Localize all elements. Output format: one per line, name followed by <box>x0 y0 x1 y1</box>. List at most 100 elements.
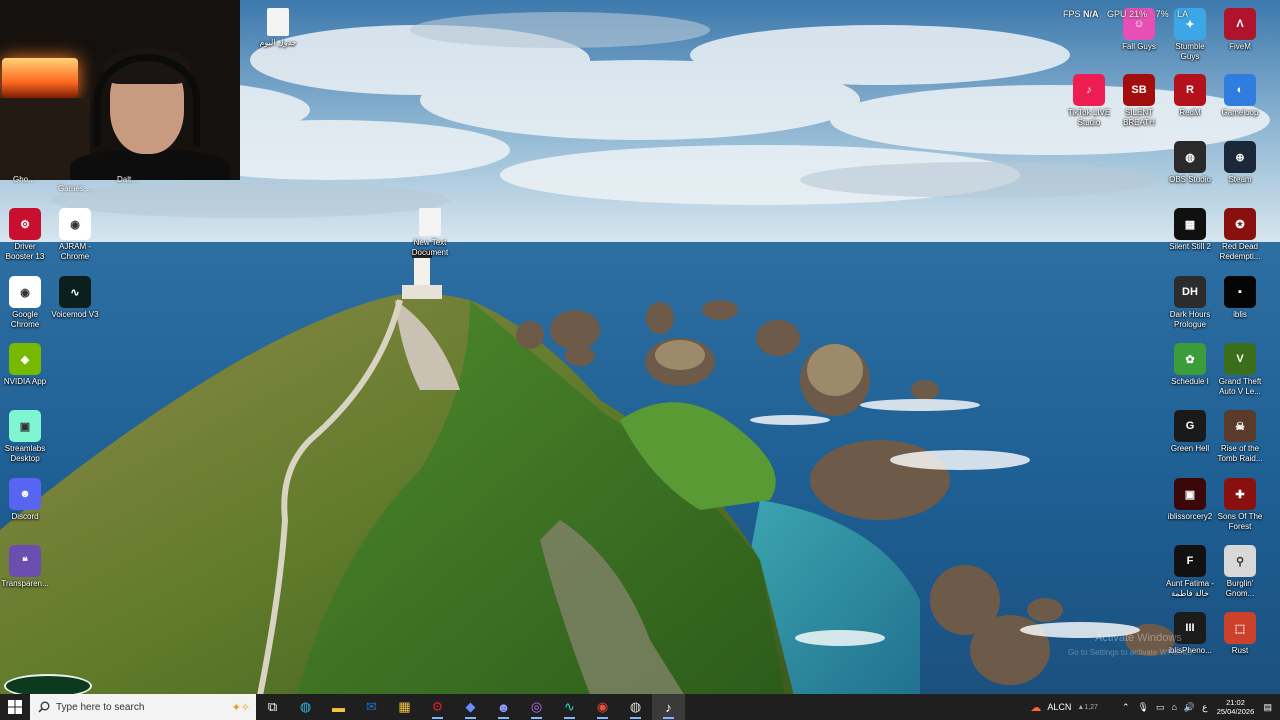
taskbar-streamlabs-button[interactable]: ◆ <box>454 694 487 720</box>
battery-icon[interactable]: ▭ <box>1156 702 1165 713</box>
icon-label: Dark Hours Prologue <box>1169 310 1211 329</box>
taskbar-task-view-button[interactable]: ⧉ <box>256 694 289 720</box>
iblis-sorcery-icon: ▣ <box>1174 478 1206 510</box>
weather-location[interactable]: ALCN <box>1047 702 1071 712</box>
taskbar-search-box[interactable]: Type here to search ✦✧ <box>30 694 256 720</box>
desktop-icon-rust[interactable]: ⬚ Rust <box>1215 612 1265 656</box>
desktop-icon-chrome[interactable]: ◉ AJRAM - Chrome <box>50 208 100 261</box>
desktop-icon-tiktok[interactable]: ♪ TikTok LIVE Studio <box>1064 74 1114 127</box>
icon-label: Rust <box>1231 646 1249 655</box>
desktop-icon-dark-hours[interactable]: DH Dark Hours Prologue <box>1165 276 1215 329</box>
taskbar-driver-booster-button[interactable]: ⚙ <box>421 694 454 720</box>
icon-label: Silent Still 2 <box>1169 242 1211 251</box>
desktop-icon-driver-booster[interactable]: ⚙ Driver Booster 13 <box>0 208 50 261</box>
icon-label: Voicemod V3 <box>51 310 99 319</box>
icon-label: Green Hell <box>1170 444 1210 453</box>
desktop-icon-redm[interactable]: R RedM <box>1165 74 1215 118</box>
show-hidden-icons-chevron-icon[interactable]: ⌃ <box>1122 702 1130 713</box>
desktop-icon-aunt-fatima[interactable]: F Aunt Fatima - خالة فاطمة <box>1165 545 1215 598</box>
icon-label: New Text Document <box>411 238 449 257</box>
desktop-icon-red-dead[interactable]: ✪ Red Dead Redempti... <box>1215 208 1265 261</box>
text-file-icon <box>267 8 289 36</box>
icon-label: Transparen... <box>1 579 49 588</box>
desktop-icon-gameloop[interactable]: ◐ Gameloop <box>1215 74 1265 118</box>
icon-label: OBS Studio <box>1169 175 1211 184</box>
taskbar-discord-button[interactable]: ☻ <box>487 694 520 720</box>
tiktok-icon: ♪ <box>1073 74 1105 106</box>
desktop-icon-silent-breath[interactable]: SB SILENT BREATH <box>1114 74 1164 127</box>
icon-label: Streamlabs Desktop <box>4 444 46 463</box>
webcam-overlay <box>0 0 240 180</box>
desktop-icon-obs[interactable]: ◍ OBS Studio <box>1165 141 1215 185</box>
microphone-icon[interactable]: 🎙 <box>1138 702 1149 713</box>
taskbar-file-explorer-button[interactable]: ▬ <box>322 694 355 720</box>
outlook-icon: ✉ <box>366 699 377 714</box>
desktop-icon-nvidia[interactable]: ◈ NVIDIA App <box>0 343 50 387</box>
fps-counter: FPS N/A GPU 21% 7% LA <box>1063 9 1188 19</box>
fps-label: FPS <box>1063 9 1081 19</box>
desktop-icon-tomb-raider[interactable]: ☠ Rise of the Tomb Raid... <box>1215 410 1265 463</box>
gta-icon: V <box>1224 343 1256 375</box>
taskbar-obs-button[interactable]: ◍ <box>619 694 652 720</box>
desktop-icon-iblis-sorcery[interactable]: ▣ iblissorcery2 <box>1165 478 1215 522</box>
desktop-icon-iblis[interactable]: ▪ iblis <box>1215 276 1265 320</box>
desktop-icon-daily-schedule[interactable]: جدول اليوم <box>253 8 303 48</box>
desktop-icon-green-hell[interactable]: G Green Hell <box>1165 410 1215 454</box>
desktop-icon-silent-still[interactable]: ▦ Silent Still 2 <box>1165 208 1215 252</box>
taskbar-store-button[interactable]: ▦ <box>388 694 421 720</box>
icon-label: TikTok LIVE Studio <box>1067 108 1111 127</box>
desktop-icon-voicemod[interactable]: ∿ Voicemod V3 <box>50 276 100 320</box>
search-highlight-icon[interactable]: ✦✧ <box>232 701 250 714</box>
driver-booster-icon: ⚙ <box>9 208 41 240</box>
desktop-icon-streamlabs[interactable]: ▣ Streamlabs Desktop <box>0 410 50 463</box>
search-placeholder: Type here to search <box>56 701 145 713</box>
desktop-icon-fivem[interactable]: Λ FiveM <box>1215 8 1265 52</box>
red-dead-icon: ✪ <box>1224 208 1256 240</box>
taskbar: Type here to search ✦✧ ⧉ ◍ ▬ ✉ ▦ ⚙ ◆ ☻ ◎ ∿ ◉ ◍ ♪ ☁ A… <box>0 694 1280 720</box>
icon-label: Fall Guys <box>1122 42 1156 51</box>
lat-value: LA <box>1177 9 1189 19</box>
desktop-icon-gta[interactable]: V Grand Theft Auto V Le... <box>1215 343 1265 396</box>
start-button[interactable] <box>0 694 30 720</box>
taskbar-messenger-button[interactable]: ◎ <box>520 694 553 720</box>
desktop-icon-gnome[interactable]: ⚲ Burglin' Gnom... <box>1215 545 1265 598</box>
iblis-icon: ▪ <box>1224 276 1256 308</box>
keyboard-language-icon[interactable]: ع <box>1202 702 1207 713</box>
taskbar-voicemod-button[interactable]: ∿ <box>553 694 586 720</box>
streamlabs-icon: ▣ <box>9 410 41 442</box>
desktop-icon-sons-forest[interactable]: ✚ Sons Of The Forest <box>1215 478 1265 531</box>
rust-icon: ⬚ <box>1224 612 1256 644</box>
desktop-icon-steam[interactable]: ⊕ Steam <box>1215 141 1265 185</box>
desktop-icon-chrome[interactable]: ◉ Google Chrome <box>0 276 50 329</box>
hidden-icon-label[interactable]: Gho... <box>13 175 35 184</box>
discord-icon: ☻ <box>9 478 41 510</box>
clock[interactable]: 21:02 25/04/2026 <box>1211 698 1259 716</box>
messenger-icon: ◎ <box>530 699 543 714</box>
chrome-icon: ◉ <box>9 276 41 308</box>
file-explorer-icon: ▬ <box>332 699 345 715</box>
desktop-icon-schedule[interactable]: ✿ Schedule I <box>1165 343 1215 387</box>
network-icon[interactable]: ⌂ <box>1171 702 1176 712</box>
notification-icon[interactable]: ▤ <box>1263 702 1272 713</box>
weather-icon[interactable]: ☁ <box>1030 701 1041 714</box>
driver-booster-icon: ⚙ <box>431 699 444 714</box>
clock-date: 25/04/2026 <box>1216 707 1255 716</box>
icon-label: Schedule I <box>1171 377 1209 386</box>
aunt-fatima-icon: F <box>1174 545 1206 577</box>
desktop-icon-new-text-document[interactable]: New Text Document <box>405 208 455 257</box>
text-file-icon <box>419 208 441 236</box>
streamer-shirt <box>70 150 230 180</box>
taskbar-edge-button[interactable]: ◍ <box>289 694 322 720</box>
icon-label: Sons Of The Forest <box>1217 512 1263 531</box>
system-tray: ☁ ALCN ▲1,27 ⌃ 🎙 ▭ ⌂ 🔊 ع 21:02 25/04/202… <box>1030 694 1280 720</box>
voicemod-icon: ∿ <box>59 276 91 308</box>
gnome-icon: ⚲ <box>1224 545 1256 577</box>
taskbar-chrome-button[interactable]: ◉ <box>586 694 619 720</box>
hidden-icon-label[interactable]: Dalt... <box>117 175 138 184</box>
taskbar-outlook-button[interactable]: ✉ <box>355 694 388 720</box>
volume-icon[interactable]: 🔊 <box>1184 702 1195 713</box>
taskbar-tiktok-button[interactable]: ♪ <box>652 694 685 720</box>
desktop-icon-discord[interactable]: ☻ Discord <box>0 478 50 522</box>
desktop-icon-chat-bubble[interactable]: ❝ Transparen... <box>0 545 50 589</box>
hidden-icon-label[interactable]: Games ... <box>58 184 93 193</box>
